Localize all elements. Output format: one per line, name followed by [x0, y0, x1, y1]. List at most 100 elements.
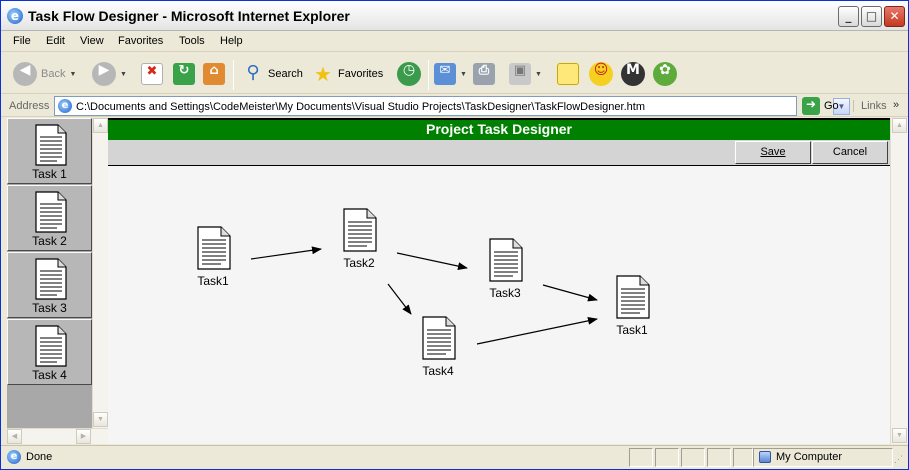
flow-node-task3[interactable]: Task3 [475, 238, 535, 300]
chevron-down-icon: ▼ [120, 70, 127, 78]
media-icon: M [621, 62, 645, 86]
scroll-right-arrow[interactable]: ▶ [76, 429, 91, 444]
edge-task3-task1 [542, 284, 598, 302]
palette-item-task-2[interactable]: Task 2 [7, 185, 92, 251]
menu-edit[interactable]: Edit [46, 35, 65, 47]
scroll-left-arrow[interactable]: ◀ [7, 429, 22, 444]
menu-help[interactable]: Help [220, 35, 243, 47]
document-icon [422, 316, 456, 360]
cancel-button[interactable]: Cancel [812, 141, 888, 164]
scroll-down-arrow[interactable]: ▼ [93, 412, 108, 427]
refresh-icon: ↻ [173, 63, 195, 85]
favorites-label: Favorites [338, 68, 384, 80]
media-button[interactable]: M [621, 61, 645, 87]
back-label: Back [41, 68, 66, 80]
history-button[interactable]: ◷ [397, 61, 421, 87]
menu-file[interactable]: File [13, 35, 31, 47]
address-box: e ▼ [54, 96, 850, 116]
palette-item-label: Task 2 [32, 234, 67, 248]
designer-toolbar: Save Cancel [108, 140, 890, 166]
links-button[interactable]: Links [853, 100, 887, 112]
scroll-up-arrow[interactable]: ▲ [892, 118, 907, 133]
notes-button[interactable] [557, 61, 579, 87]
scroll-down-arrow[interactable]: ▼ [892, 428, 907, 443]
document-icon [35, 191, 67, 233]
minimize-button[interactable]: _ [838, 6, 859, 27]
save-button[interactable]: Save [735, 141, 811, 164]
flow-node-task1-end[interactable]: Task1 [602, 275, 662, 337]
notes-icon [557, 63, 579, 85]
msn-icon: ✿ [653, 62, 677, 86]
page-content: Task 1 Task 2 Task 3 Task 4 ▲ ▼ ◀ ▶ Proj… [1, 118, 908, 444]
menu-bar: File Edit View Favorites Tools Help [1, 32, 908, 83]
chevron-down-icon: ▼ [535, 70, 542, 78]
ie-icon: e [7, 8, 23, 24]
palette-item-task-4[interactable]: Task 4 [7, 319, 92, 385]
palette-item-label: Task 1 [32, 167, 67, 181]
maximize-button[interactable]: □ [861, 6, 882, 27]
msn-button[interactable]: ✿ [653, 61, 677, 87]
menu-view[interactable]: View [80, 35, 104, 47]
ie-page-icon: e [7, 450, 21, 464]
document-icon [616, 275, 650, 319]
flow-edges [250, 246, 598, 345]
home-button[interactable]: ⌂ [203, 61, 225, 87]
stop-button[interactable]: ✖ [141, 61, 163, 87]
refresh-button[interactable]: ↻ [173, 61, 195, 87]
zone-label: My Computer [776, 451, 843, 463]
mail-button[interactable]: ✉ ▼ [434, 61, 467, 87]
palette-item-label: Task 4 [32, 368, 67, 382]
search-button[interactable]: ⚲ Search [241, 61, 302, 87]
standard-toolbar: ◀ Back ▼ ▶ ▼ ✖ ↻ ⌂ ⚲ Search ★ Favorites … [1, 53, 908, 94]
resize-grip-icon[interactable]: ⋰ [894, 454, 906, 466]
palette-vertical-scrollbar[interactable]: ▲ ▼ [92, 118, 108, 428]
favorites-star-icon: ★ [314, 62, 332, 86]
palette-item-task-1[interactable]: Task 1 [7, 118, 92, 184]
address-label: Address [9, 100, 50, 112]
document-icon [35, 258, 67, 300]
flow-node-task1[interactable]: Task1 [183, 226, 243, 288]
forward-icon: ▶ [92, 62, 116, 86]
menu-tools[interactable]: Tools [179, 35, 205, 47]
address-input[interactable] [76, 99, 776, 114]
flow-node-task4[interactable]: Task4 [408, 316, 468, 378]
go-button[interactable]: ➜ Go [802, 97, 839, 115]
messenger-icon: ☺ [589, 62, 613, 86]
edge-task2-task3 [396, 252, 468, 271]
chevron-down-icon: ▼ [837, 102, 846, 111]
cancel-label: Cancel [832, 146, 868, 158]
menu-favorites[interactable]: Favorites [118, 35, 163, 47]
home-icon: ⌂ [203, 63, 225, 85]
forward-button[interactable]: ▶ ▼ [92, 61, 127, 87]
document-icon [197, 226, 231, 270]
document-icon [35, 325, 67, 367]
search-icon: ⚲ [246, 62, 260, 83]
edit-button[interactable]: ▣ ▼ [509, 61, 542, 87]
computer-icon [759, 451, 771, 463]
document-icon [489, 238, 523, 282]
page-vertical-scrollbar[interactable]: ▲ ▼ [890, 118, 908, 444]
stop-icon: ✖ [141, 63, 163, 85]
palette-horizontal-scrollbar[interactable]: ◀ ▶ [7, 428, 108, 444]
chevron-right-icon[interactable]: » [893, 99, 899, 111]
favorites-button[interactable]: ★ Favorites [311, 61, 383, 87]
go-arrow-icon: ➜ [802, 97, 820, 115]
back-icon: ◀ [13, 62, 37, 86]
task-designer: Project Task Designer Save Cancel Task1 … [108, 118, 890, 444]
status-text: Done [26, 451, 53, 463]
close-button[interactable]: ✕ [884, 6, 905, 27]
flow-canvas[interactable]: Task1 Task2 Task3 Task4 Task1 [108, 166, 890, 444]
scroll-up-arrow[interactable]: ▲ [93, 118, 108, 133]
document-icon [35, 124, 67, 166]
page-icon: e [58, 99, 72, 113]
palette-item-task-3[interactable]: Task 3 [7, 252, 92, 318]
print-button[interactable]: ⎙ [473, 61, 495, 87]
flow-node-task2[interactable]: Task2 [329, 208, 389, 270]
chevron-down-icon: ▼ [460, 70, 467, 78]
mail-icon: ✉ [434, 63, 456, 85]
back-button[interactable]: ◀ Back ▼ [13, 61, 76, 87]
edit-icon: ▣ [509, 63, 531, 85]
history-icon: ◷ [397, 62, 421, 86]
node-label: Task4 [422, 364, 454, 378]
messenger-button[interactable]: ☺ [589, 61, 613, 87]
